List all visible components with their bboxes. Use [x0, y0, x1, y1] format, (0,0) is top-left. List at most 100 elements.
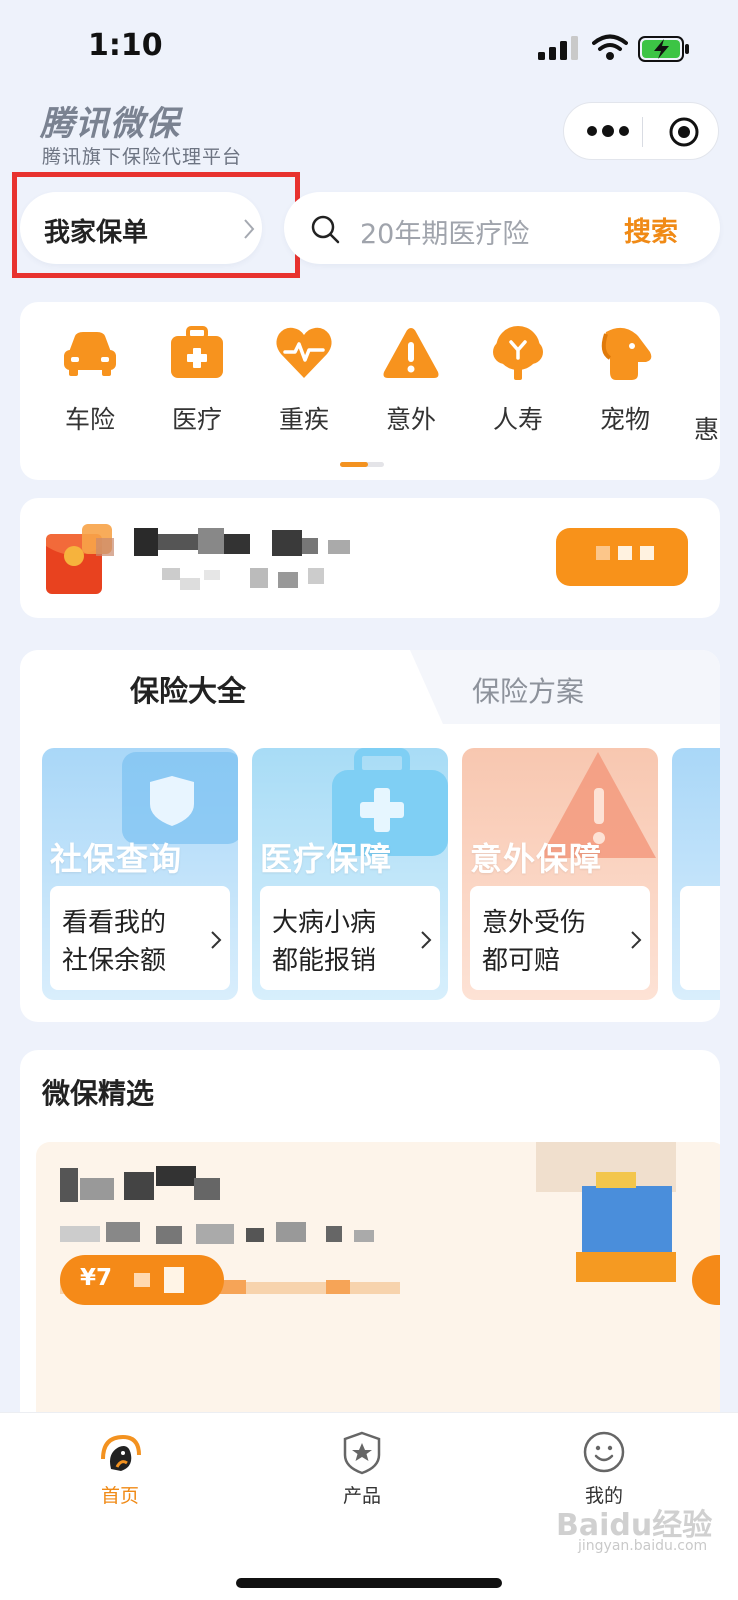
capsule-divider: [642, 117, 643, 147]
category-life[interactable]: 人寿: [478, 322, 558, 436]
tab-insurance-plans[interactable]: 保险方案: [472, 670, 584, 710]
pet-icon: [601, 327, 652, 380]
blurred-text: [204, 570, 220, 580]
blurred-text: [60, 1168, 78, 1202]
category-label: 意外: [385, 405, 436, 434]
blurred-text: [272, 530, 302, 556]
category-card: 车险 医疗 重疾 意外 人寿 宠物 惠: [20, 302, 720, 480]
blurred-text: [158, 534, 198, 550]
desc-line: 都能报销: [272, 946, 377, 976]
tab-insurance-catalog[interactable]: 保险大全: [130, 668, 246, 710]
heart-pulse-icon: [276, 327, 332, 378]
medical-kit-icon: [171, 326, 223, 378]
blurred-text: [246, 1228, 264, 1242]
blurred-text: [156, 1166, 196, 1186]
tree-icon: [493, 326, 543, 380]
category-label: 人寿: [492, 405, 543, 434]
blurred-text: [156, 1226, 182, 1244]
brand-subtitle: 腾讯旗下保险代理平台: [42, 146, 243, 168]
chevron-right-icon: [631, 931, 642, 949]
promo-banner[interactable]: [20, 498, 720, 618]
search-input[interactable]: 20年期医疗险: [360, 212, 529, 251]
desc-line: 看看我的: [62, 908, 167, 938]
category-label: 重疾: [278, 405, 329, 434]
search-bar[interactable]: 20年期医疗险 搜索: [284, 192, 720, 264]
blurred-text: [180, 578, 200, 590]
highlight-box: [12, 172, 300, 278]
blurred-text: [618, 546, 632, 560]
service-card-title: 社保查询: [50, 840, 183, 878]
blurred-text: [60, 1226, 100, 1242]
blurred-text: [326, 1280, 350, 1294]
warning-icon: [383, 328, 439, 378]
category-label: 宠物: [599, 405, 650, 434]
home-indicator: [236, 1578, 502, 1588]
service-card-partial[interactable]: [672, 748, 720, 1000]
category-pet[interactable]: 宠物: [585, 322, 665, 436]
service-card-title: 医疗保障: [260, 840, 393, 878]
category-critical-illness[interactable]: 重疾: [264, 322, 344, 436]
desc-line: 大病小病: [272, 908, 377, 938]
search-icon: [311, 215, 340, 244]
nav-me[interactable]: 我的: [554, 1429, 654, 1508]
service-card-medical[interactable]: 医疗保障 大病小病 都能报销: [252, 748, 448, 1000]
chevron-right-icon: [211, 931, 222, 949]
search-button[interactable]: 搜索: [624, 210, 678, 249]
nav-products[interactable]: 产品: [312, 1429, 412, 1508]
blurred-text: [164, 1267, 184, 1293]
blurred-text: [640, 546, 654, 560]
cellular-signal-icon: [538, 36, 578, 60]
car-icon: [64, 332, 116, 376]
category-next-partial: 惠: [694, 415, 720, 444]
category-accident[interactable]: 意外: [371, 322, 451, 436]
nav-label: 首页: [100, 1485, 139, 1507]
service-card-desc: 意外受伤 都可赔: [482, 904, 622, 980]
desc-line: 意外受伤: [482, 908, 587, 938]
blurred-text: [328, 540, 350, 554]
category-medical[interactable]: 医疗: [157, 322, 237, 436]
wifi-icon: [592, 34, 628, 60]
blurred-image: [596, 1172, 636, 1188]
blurred-image: [582, 1186, 672, 1256]
blurred-text: [80, 1178, 114, 1200]
insurance-section: 保险大全 保险方案 社保查询 看看我的 社保余额 医疗保障 大病小病 都能报销: [20, 650, 720, 1022]
weibao-picks-section: 微保精选 ¥7: [20, 1050, 720, 1470]
desc-line: 都可赔: [482, 946, 561, 976]
shield-star-icon: [343, 1431, 381, 1475]
blurred-text: [198, 528, 224, 554]
blurred-text: [162, 568, 180, 580]
service-card-social-security[interactable]: 社保查询 看看我的 社保余额: [42, 748, 238, 1000]
more-icon[interactable]: [586, 123, 630, 139]
picks-title: 微保精选: [42, 1077, 155, 1110]
smile-face-icon: [583, 1431, 625, 1473]
blurred-text: [134, 528, 158, 556]
chevron-right-icon: [421, 931, 432, 949]
desc-line: 社保余额: [62, 946, 167, 976]
mini-program-capsule: [563, 102, 719, 160]
blurred-text: [326, 1226, 342, 1242]
battery-charging-icon: [638, 36, 689, 62]
blurred-text: [134, 1273, 150, 1287]
nav-label: 产品: [342, 1485, 381, 1507]
category-scroll-indicator: [340, 462, 384, 467]
service-card-title: 意外保障: [470, 840, 603, 878]
blurred-text: [302, 538, 318, 554]
brand-title: 腾讯微保: [40, 104, 180, 144]
service-card-body: [680, 886, 720, 990]
category-label: 车险: [64, 405, 115, 434]
service-card-desc: 大病小病 都能报销: [272, 904, 412, 980]
price-tag[interactable]: ¥7: [60, 1255, 224, 1305]
home-penguin-icon: [101, 1434, 141, 1471]
watermark-url: jingyan.baidu.com: [578, 1538, 708, 1554]
status-time: 1:10: [88, 28, 163, 63]
service-card-accident[interactable]: 意外保障 意外受伤 都可赔: [462, 748, 658, 1000]
blurred-text: [276, 1222, 306, 1242]
blurred-image: [576, 1252, 676, 1282]
scroll-thumb: [340, 462, 368, 467]
blurred-text: [596, 546, 610, 560]
close-target-icon[interactable]: [668, 116, 700, 148]
category-car[interactable]: 车险: [50, 322, 130, 436]
blurred-text: [106, 1222, 140, 1242]
nav-home[interactable]: 首页: [70, 1429, 170, 1508]
blurred-text: [354, 1230, 374, 1242]
